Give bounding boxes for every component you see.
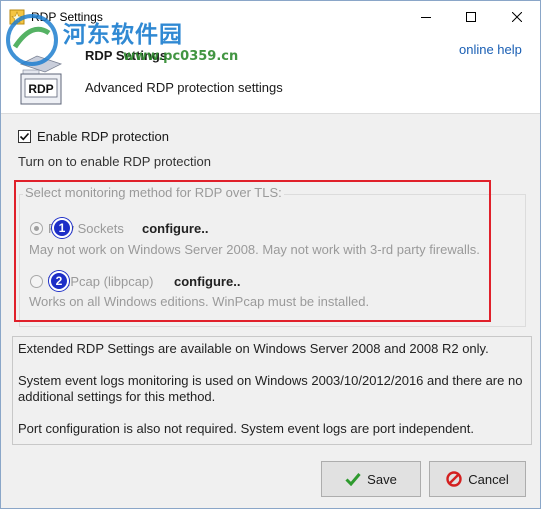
raw-sockets-description: May not work on Windows Server 2008. May… bbox=[29, 242, 480, 257]
enable-protection-hint: Turn on to enable RDP protection bbox=[18, 154, 211, 169]
step-badge-1: 1 bbox=[52, 218, 72, 238]
monitoring-method-legend: Select monitoring method for RDP over TL… bbox=[23, 185, 284, 200]
checkmark-icon bbox=[19, 132, 30, 141]
cancel-button-label: Cancel bbox=[468, 471, 509, 487]
rdp-logo-icon: RDP bbox=[19, 55, 63, 105]
winpcap-configure-link[interactable]: configure.. bbox=[174, 274, 240, 289]
maximize-icon bbox=[466, 11, 476, 22]
app-icon bbox=[9, 9, 25, 25]
cancel-button[interactable]: Cancel bbox=[429, 461, 526, 497]
minimize-icon bbox=[421, 16, 431, 18]
maximize-button[interactable] bbox=[448, 1, 494, 32]
title-bar: RDP Settings bbox=[1, 1, 540, 32]
save-button-label: Save bbox=[367, 471, 397, 487]
winpcap-description: Works on all Windows editions. WinPcap m… bbox=[29, 294, 370, 309]
raw-sockets-configure-link[interactable]: configure.. bbox=[142, 221, 208, 236]
enable-protection-label[interactable]: Enable RDP protection bbox=[37, 129, 169, 144]
header-subtitle: Advanced RDP protection settings bbox=[85, 80, 283, 95]
rdp-logo-text: RDP bbox=[28, 82, 53, 96]
winpcap-radio[interactable] bbox=[30, 275, 43, 288]
info-line: Port configuration is also not required.… bbox=[18, 421, 474, 436]
close-icon bbox=[512, 11, 522, 22]
step-badge-2: 2 bbox=[49, 271, 69, 291]
rdp-settings-window: RDP Settings RDP RDP Settings Advanced R… bbox=[0, 0, 541, 509]
radio-selected-dot bbox=[34, 226, 39, 231]
raw-sockets-radio[interactable] bbox=[30, 222, 43, 235]
save-button[interactable]: Save bbox=[321, 461, 421, 497]
checkmark-icon bbox=[345, 473, 361, 486]
online-help-link[interactable]: online help bbox=[459, 42, 522, 57]
enable-protection-checkbox[interactable] bbox=[18, 130, 31, 143]
window-title: RDP Settings bbox=[31, 10, 103, 24]
cancel-icon bbox=[446, 471, 462, 487]
header-title: RDP Settings bbox=[85, 48, 168, 63]
info-panel: Extended RDP Settings are available on W… bbox=[12, 336, 532, 445]
close-button[interactable] bbox=[494, 1, 540, 32]
header-panel: RDP RDP Settings Advanced RDP protection… bbox=[1, 32, 540, 114]
minimize-button[interactable] bbox=[403, 1, 449, 32]
info-line: Extended RDP Settings are available on W… bbox=[18, 341, 489, 356]
enable-protection-row[interactable]: Enable RDP protection bbox=[18, 129, 169, 144]
info-line: System event logs monitoring is used on … bbox=[18, 373, 523, 404]
